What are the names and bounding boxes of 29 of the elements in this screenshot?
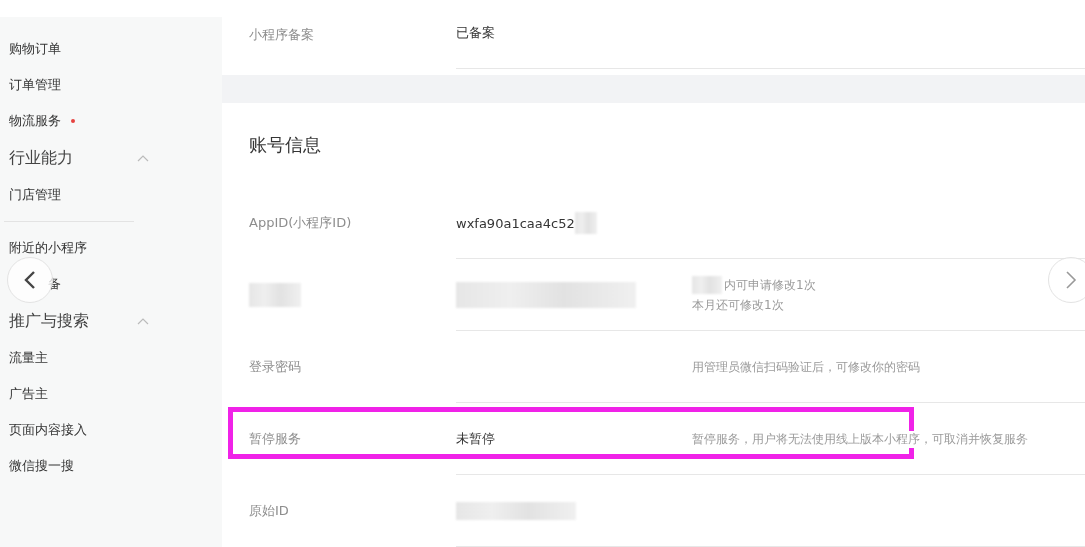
sidebar-item[interactable]: 附近的小程序 [9,239,87,257]
row-hint: 内可申请修改1次 [724,276,816,294]
sidebar-item[interactable]: 页面内容接入 [9,421,87,439]
row-hint: 暂停服务，用户将无法使用线上版本小程序，可取消并恢复服务 [692,430,1028,448]
row-label: 暂停服务 [249,431,301,446]
section-title: 账号信息 [248,133,322,157]
sidebar-section-title[interactable]: 推广与搜索 [9,310,89,332]
row-value: 已备案 [456,24,495,42]
sidebar-item[interactable]: 微信搜一搜 [9,457,74,475]
chevron-up-icon[interactable] [137,154,149,162]
row-label: 登录密码 [249,359,301,374]
chevron-left-icon [24,270,36,290]
sidebar-item[interactable]: 购物订单 [9,40,61,58]
row-hint: 用管理员微信扫码验证后，可修改你的密码 [692,358,920,376]
row-label: 小程序备案 [248,26,315,44]
sidebar-item[interactable]: 流量主 [9,349,48,367]
sidebar-item[interactable]: 门店管理 [9,186,61,204]
row-hint: 本月还可修改1次 [692,297,784,314]
sidebar-section-title[interactable]: 行业能力 [9,147,73,169]
sidebar-item[interactable]: 广告主 [9,385,48,403]
sidebar-item[interactable]: 订单管理 [9,76,61,94]
row-label: AppID(小程序ID) [249,215,352,230]
row-value: wxfa90a1caa4c52 [456,215,575,231]
row-label: 原始ID [249,503,289,518]
chevron-up-icon[interactable] [137,317,149,325]
chevron-right-icon [1065,270,1077,290]
row-value: 未暂停 [456,430,495,448]
sidebar-item[interactable]: 物流服务 [9,112,61,130]
sidebar-item[interactable]: 备 [48,275,61,293]
